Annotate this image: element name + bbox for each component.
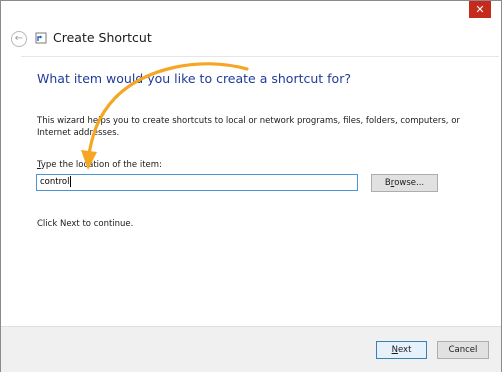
cancel-button[interactable]: Cancel (437, 341, 489, 359)
back-arrow-icon[interactable]: ← (11, 31, 27, 47)
next-button[interactable]: Next (376, 341, 427, 359)
title-bar: ← Create Shortcut (1, 1, 501, 55)
browse-button[interactable]: Br owse... (371, 174, 438, 192)
page-heading: What item would you like to create a sho… (37, 71, 351, 86)
shortcut-icon (35, 32, 47, 44)
next-rest: ext (397, 345, 412, 355)
continue-instruction: Click Next to continue. (37, 219, 134, 229)
browse-post: owse... (394, 178, 425, 188)
label-rest: ype the location of the item: (40, 160, 162, 170)
intro-text: This wizard helps you to create shortcut… (37, 116, 460, 138)
wizard-footer: Next Cancel (1, 326, 501, 372)
wizard-content: What item would you like to create a sho… (21, 56, 499, 326)
location-input[interactable]: control (36, 174, 358, 191)
location-field-label: Type the location of the item: (37, 160, 162, 170)
text-caret (70, 176, 72, 187)
create-shortcut-window: ← Create Shortcut ✕ What item would you … (0, 0, 502, 372)
location-input-value: control (40, 177, 70, 187)
close-icon[interactable]: ✕ (469, 1, 491, 18)
window-title: Create Shortcut (53, 30, 152, 45)
